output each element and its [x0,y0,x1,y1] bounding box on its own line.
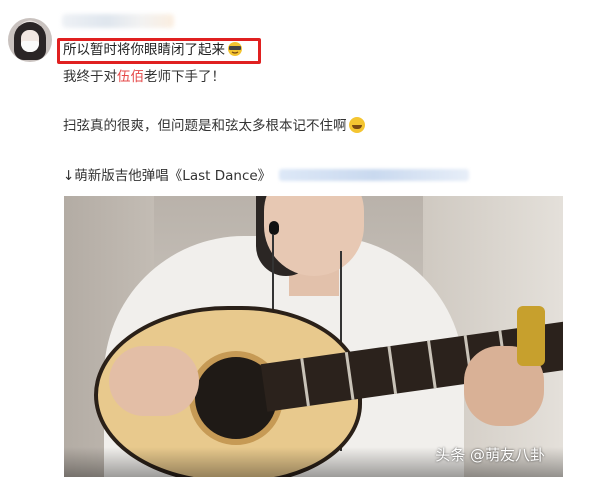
post-line-2-suffix: 老师下手了！ [144,69,225,85]
artist-name-link[interactable]: 伍佰 [117,69,144,85]
blurred-link[interactable] [279,169,470,181]
strumming-hand [109,346,199,416]
post-line-2-prefix: 我终于对 [63,69,117,85]
laugh-emoji-icon [348,117,365,133]
video-player[interactable]: 头条 @萌友八卦 [64,196,563,477]
post-line-4: ↓萌新版吉他弹唱《Last Dance》 [63,167,470,185]
blurred-username[interactable] [62,14,174,28]
video-watermark: 头条 @萌友八卦 [435,446,545,464]
post-line-3-text: 扫弦真的很爽，但问题是和弦太多根本记不住啊 [63,118,347,134]
earbud-icon [269,221,279,235]
avatar[interactable] [8,18,52,62]
post-line-3: 扫弦真的很爽，但问题是和弦太多根本记不住啊 [63,117,365,135]
post-line-4-text: ↓萌新版吉他弹唱《Last Dance》 [63,168,272,184]
guitar-capo [517,306,545,366]
post-line-2: 我终于对伍佰老师下手了！ [63,68,225,86]
hidden-face-emoji-icon [227,41,243,57]
post-line-1: 所以暂时将你眼睛闭了起来 [63,41,243,59]
post-line-1-text: 所以暂时将你眼睛闭了起来 [63,42,225,58]
